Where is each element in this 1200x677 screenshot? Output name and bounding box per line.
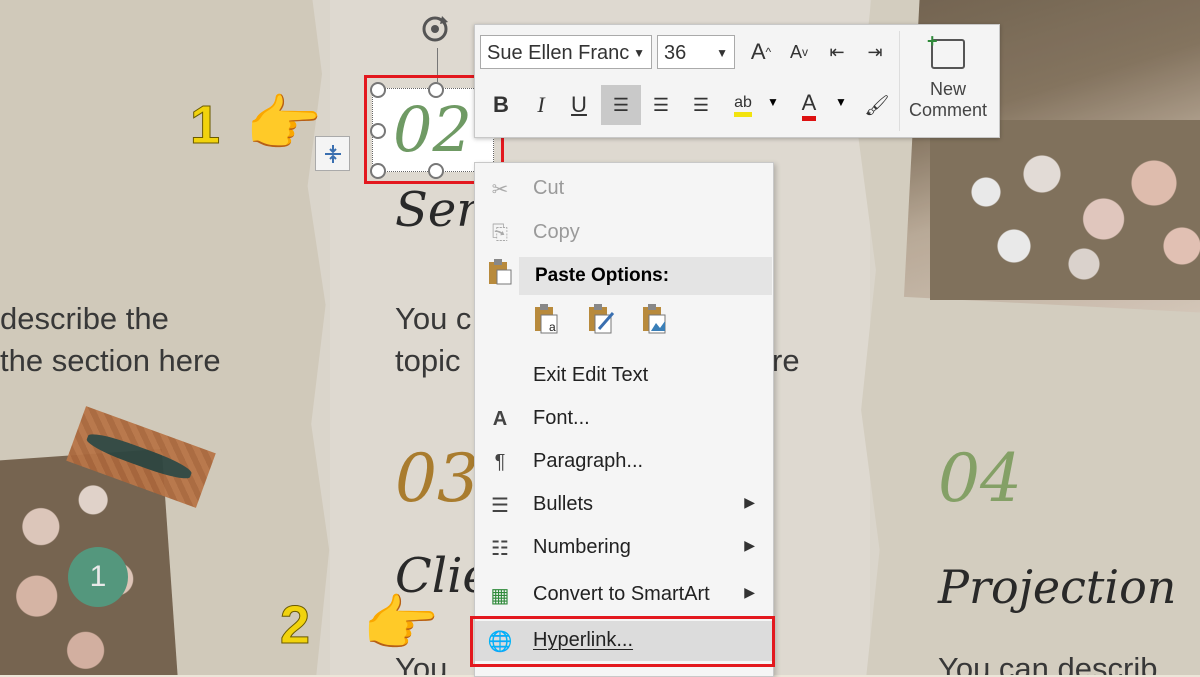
decrease-indent-icon: ⇤ bbox=[829, 41, 845, 62]
smartart-icon: ▦ bbox=[490, 584, 510, 607]
chevron-down-icon: ▼ bbox=[633, 46, 645, 60]
copy-icon: ⎘ bbox=[492, 221, 508, 244]
paste-icon bbox=[485, 257, 515, 287]
italic-button[interactable]: I bbox=[523, 87, 559, 123]
chevron-down-icon[interactable]: ▼ bbox=[767, 95, 779, 109]
menu-item-label: Paragraph... bbox=[533, 450, 644, 472]
menu-item-numbering[interactable]: ☷ Numbering ▶ bbox=[475, 528, 773, 568]
menu-item-paragraph[interactable]: ¶ Paragraph... bbox=[475, 442, 773, 482]
numbering-icon: ☷ bbox=[491, 537, 509, 560]
underline-button[interactable]: U bbox=[561, 87, 597, 123]
shrink-font-icon: A bbox=[789, 41, 802, 62]
bullets-icon: ☰ bbox=[491, 494, 509, 517]
font-size-select[interactable]: 36 ▼ bbox=[657, 35, 735, 69]
paste-as-picture-icon[interactable] bbox=[641, 303, 671, 337]
submenu-arrow-icon: ▶ bbox=[744, 584, 755, 600]
submenu-arrow-icon: ▶ bbox=[744, 537, 755, 553]
paste-use-destination-theme-icon[interactable] bbox=[587, 303, 617, 337]
context-menu: ✂ Cut ⎘ Copy Paste Options: a Exit Edit … bbox=[474, 162, 774, 677]
font-size-value: 36 bbox=[664, 42, 687, 64]
menu-item-label: Cut bbox=[533, 177, 565, 199]
menu-item-convert-smartart[interactable]: ▦ Convert to SmartArt ▶ bbox=[475, 575, 773, 615]
flower-bouquet-image bbox=[930, 120, 1200, 300]
font-icon: A bbox=[492, 407, 508, 430]
align-left-icon: ☰ bbox=[612, 94, 630, 115]
format-painter-button[interactable]: 🖌 bbox=[859, 87, 895, 123]
highlight-color-button[interactable]: ab bbox=[725, 87, 761, 123]
increase-indent-icon: ⇥ bbox=[867, 41, 883, 62]
align-right-button[interactable]: ☰ bbox=[683, 87, 719, 123]
scissors-icon: ✂ bbox=[491, 178, 509, 201]
svg-text:a: a bbox=[549, 320, 556, 334]
font-color-icon: A bbox=[801, 90, 817, 121]
rotate-icon[interactable] bbox=[418, 12, 452, 46]
bottom-body-text-right: You can describ bbox=[938, 651, 1158, 675]
align-center-icon: ☰ bbox=[652, 94, 670, 115]
font-name-value: Sue Ellen Franc bbox=[487, 42, 630, 64]
grow-font-icon: A bbox=[750, 39, 766, 64]
shrink-font-button[interactable]: Av bbox=[781, 34, 817, 70]
mini-toolbar: Sue Ellen Franc ▼ 36 ▼ A ^ Av ⇤ ⇥ B I U ☰ ☰… bbox=[474, 24, 1000, 138]
menu-item-copy[interactable]: ⎘ Copy bbox=[475, 213, 773, 253]
paste-options-label: Paste Options: bbox=[535, 265, 670, 286]
mid-body-text-tail: re bbox=[772, 343, 800, 378]
highlight-box-hyperlink bbox=[470, 616, 775, 667]
mid-body-text-line1: You c bbox=[395, 301, 472, 336]
paste-keep-source-formatting-icon[interactable]: a bbox=[533, 303, 563, 337]
highlighter-icon: ab bbox=[734, 94, 752, 117]
menu-item-font[interactable]: A Font... bbox=[475, 399, 773, 439]
pointing-hand-icon: 👉 bbox=[245, 90, 323, 159]
align-left-button[interactable]: ☰ bbox=[601, 85, 641, 125]
menu-item-label: Convert to SmartArt bbox=[533, 583, 710, 605]
chevron-down-icon[interactable]: ▼ bbox=[835, 95, 847, 109]
left-body-text-line1: describe the bbox=[0, 301, 169, 336]
paste-options-header: Paste Options: bbox=[519, 257, 772, 295]
menu-item-label: Copy bbox=[533, 221, 580, 243]
step-number-1: 1 bbox=[189, 95, 221, 156]
heading-projection: Projection bbox=[938, 560, 1177, 614]
menu-item-bullets[interactable]: ☰ Bullets ▶ bbox=[475, 485, 773, 525]
paragraph-icon: ¶ bbox=[494, 450, 506, 473]
step-badge: 1 bbox=[68, 547, 128, 607]
comment-icon: + bbox=[927, 31, 965, 69]
section-number-04: 04 bbox=[938, 440, 1022, 517]
align-center-button[interactable]: ☰ bbox=[643, 87, 679, 123]
menu-item-cut[interactable]: ✂ Cut bbox=[475, 169, 773, 209]
align-right-icon: ☰ bbox=[692, 94, 710, 115]
submenu-arrow-icon: ▶ bbox=[744, 494, 755, 510]
font-name-select[interactable]: Sue Ellen Franc ▼ bbox=[480, 35, 652, 69]
menu-item-label: Bullets bbox=[533, 493, 594, 515]
paintbrush-icon: 🖌 bbox=[864, 94, 890, 117]
step-number-2: 2 bbox=[279, 595, 311, 656]
increase-indent-button[interactable]: ⇥ bbox=[857, 34, 893, 70]
new-comment-label-line1: New bbox=[929, 79, 966, 99]
bold-button[interactable]: B bbox=[483, 87, 519, 123]
menu-item-label: Font... bbox=[533, 407, 590, 429]
left-body-text-line2: the section here bbox=[0, 343, 221, 378]
chevron-down-icon: ▼ bbox=[716, 46, 728, 60]
decrease-indent-button[interactable]: ⇤ bbox=[819, 34, 855, 70]
menu-item-exit-edit-text[interactable]: Exit Edit Text bbox=[475, 356, 773, 396]
menu-item-label: Exit Edit Text bbox=[533, 364, 649, 386]
menu-item-label: Numbering bbox=[533, 536, 631, 558]
pointing-hand-icon: 👉 bbox=[362, 590, 440, 659]
new-comment-label-line2: Comment bbox=[908, 100, 988, 120]
grow-font-button[interactable]: A ^ bbox=[743, 34, 779, 70]
font-color-button[interactable]: A bbox=[791, 87, 827, 123]
section-number-03: 03 bbox=[395, 440, 479, 517]
new-comment-button[interactable]: + New Comment bbox=[899, 31, 996, 131]
mid-body-text-line2: topic bbox=[395, 343, 461, 378]
